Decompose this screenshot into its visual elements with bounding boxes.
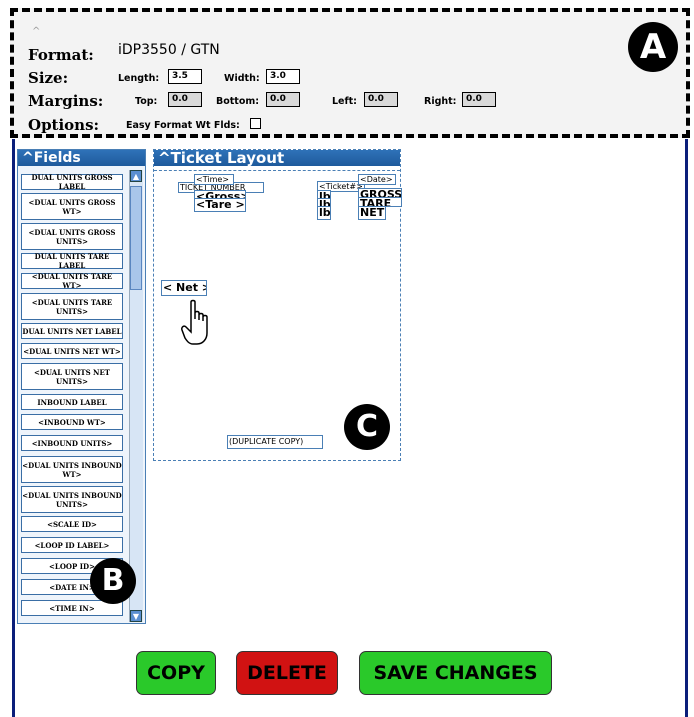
field-item[interactable]: <DUAL UNITS TARE WT> (21, 272, 123, 290)
field-item[interactable]: INBOUND LABEL (21, 394, 123, 410)
hand-cursor-icon (181, 299, 208, 345)
tare-field[interactable]: <Tare > (194, 198, 246, 212)
top-margin-label: Top: (135, 96, 158, 107)
collapse-caret-icon[interactable]: ^ (32, 26, 40, 37)
field-item[interactable]: <LOOP ID LABEL> (21, 537, 123, 553)
field-item[interactable]: <DUAL UNITS NET UNITS> (21, 363, 123, 390)
scroll-up-icon[interactable]: ▲ (130, 170, 142, 182)
field-item[interactable]: <DUAL UNITS INBOUND UNITS> (21, 486, 123, 513)
fields-panel-title: ^Fields (22, 150, 81, 166)
time-field[interactable]: <Time> (194, 174, 234, 185)
badge-a-icon: A (628, 22, 678, 72)
right-margin-input[interactable]: 0.0 (462, 92, 496, 107)
fields-scrollbar[interactable]: ▲ ▼ (129, 170, 143, 622)
copy-button[interactable]: COPY (136, 651, 216, 695)
net-units-field[interactable]: lb (317, 206, 331, 220)
field-item[interactable]: <DUAL UNITS TARE UNITS> (21, 293, 123, 320)
width-label: Width: (224, 73, 260, 84)
badge-b-icon: B (90, 558, 136, 604)
margins-label: Margins: (28, 92, 104, 110)
delete-button[interactable]: DELETE (236, 651, 338, 695)
duplicate-copy-field[interactable]: (DUPLICATE COPY) (227, 435, 323, 449)
field-item[interactable]: DUAL UNITS NET LABEL (21, 323, 123, 339)
left-margin-label: Left: (332, 96, 357, 107)
save-changes-button[interactable]: SAVE CHANGES (359, 651, 552, 695)
field-item[interactable]: <DUAL UNITS GROSS UNITS> (21, 223, 123, 250)
options-label: Options: (28, 116, 100, 134)
left-margin-input[interactable]: 0.0 (364, 92, 398, 107)
field-item[interactable]: <SCALE ID> (21, 516, 123, 532)
net-field[interactable]: < Net > (161, 280, 207, 296)
field-item[interactable]: <INBOUND UNITS> (21, 435, 123, 451)
easy-format-checkbox[interactable] (250, 118, 261, 129)
badge-c-icon: C (344, 404, 390, 450)
right-margin-label: Right: (424, 96, 457, 107)
bottom-margin-input[interactable]: 0.0 (266, 92, 300, 107)
scroll-thumb[interactable] (130, 186, 142, 290)
field-item[interactable]: DUAL UNITS TARE LABEL (21, 252, 123, 270)
length-label: Length: (118, 73, 160, 84)
field-item[interactable]: <DUAL UNITS INBOUND WT> (21, 456, 123, 483)
field-item[interactable]: <INBOUND WT> (21, 414, 123, 430)
date-field[interactable]: <Date> (358, 174, 396, 185)
top-margin-input[interactable]: 0.0 (168, 92, 202, 107)
field-item[interactable]: <DUAL UNITS GROSS WT> (21, 193, 123, 220)
easy-format-label: Easy Format Wt Flds: (126, 120, 240, 131)
format-value: iDP3550 / GTN (118, 42, 220, 58)
width-input[interactable]: 3.0 (266, 69, 300, 84)
ticket-panel-title: ^Ticket Layout (158, 149, 285, 167)
size-label: Size: (28, 69, 69, 87)
fields-panel-header[interactable]: ^Fields (18, 150, 145, 166)
bottom-margin-label: Bottom: (216, 96, 260, 107)
length-input[interactable]: 3.5 (168, 69, 202, 84)
scroll-down-icon[interactable]: ▼ (130, 610, 142, 622)
net-label-field[interactable]: NET (358, 206, 386, 220)
field-item[interactable]: DUAL UNITS GROSS LABEL (21, 173, 123, 191)
format-label: Format: (28, 46, 94, 64)
field-item[interactable]: <DUAL UNITS NET WT> (21, 343, 123, 359)
ticket-layout-panel: ^Ticket Layout TICKET NUMBER <Time> <Gro… (153, 149, 402, 461)
fields-panel: ^Fields DUAL UNITS GROSS LABEL <DUAL UNI… (17, 149, 146, 624)
settings-panel: ^ Format: iDP3550 / GTN Size: Length: 3.… (10, 8, 690, 138)
ticket-panel-header[interactable]: ^Ticket Layout (154, 150, 400, 166)
